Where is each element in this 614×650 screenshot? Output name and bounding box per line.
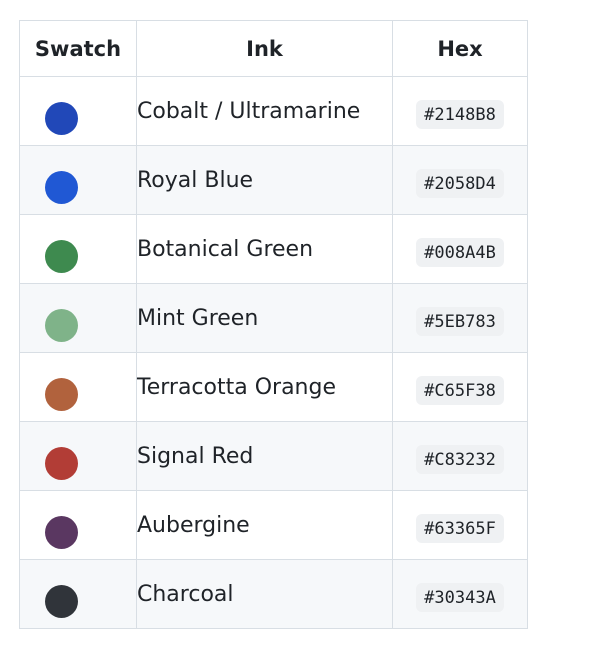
hex-cell: #2148B8	[392, 76, 528, 146]
hex-cell: #C65F38	[392, 352, 528, 422]
header-row: Swatch Ink Hex	[19, 20, 528, 77]
header-ink: Ink	[136, 20, 393, 77]
color-swatch-icon	[45, 170, 78, 204]
swatch-cell	[19, 214, 137, 284]
swatch-cell	[19, 559, 137, 629]
table-row: Royal Blue #2058D4	[19, 145, 528, 215]
hex-code: #2148B8	[416, 99, 504, 129]
hex-cell: #5EB783	[392, 283, 528, 353]
color-swatch-icon	[45, 308, 78, 342]
hex-cell: #63365F	[392, 490, 528, 560]
swatch-cell	[19, 283, 137, 353]
table-row: Signal Red #C83232	[19, 421, 528, 491]
table-header: Swatch Ink Hex	[19, 20, 528, 77]
color-swatch-icon	[45, 446, 78, 480]
hex-cell: #C83232	[392, 421, 528, 491]
color-swatch-icon	[45, 515, 78, 549]
table-row: Mint Green #5EB783	[19, 283, 528, 353]
ink-name: Mint Green	[136, 283, 393, 353]
ink-name: Charcoal	[136, 559, 393, 629]
ink-name: Signal Red	[136, 421, 393, 491]
table-row: Terracotta Orange #C65F38	[19, 352, 528, 422]
hex-code: #2058D4	[416, 168, 504, 198]
color-swatch-icon	[45, 377, 78, 411]
hex-cell: #30343A	[392, 559, 528, 629]
table-row: Botanical Green #008A4B	[19, 214, 528, 284]
table-body: Cobalt / Ultramarine #2148B8 Royal Blue …	[19, 76, 528, 629]
hex-code: #C65F38	[416, 375, 504, 405]
hex-code: #63365F	[416, 513, 504, 543]
swatch-cell	[19, 421, 137, 491]
ink-name: Cobalt / Ultramarine	[136, 76, 393, 146]
hex-code: #008A4B	[416, 237, 504, 267]
hex-code: #C83232	[416, 444, 504, 474]
hex-cell: #008A4B	[392, 214, 528, 284]
color-swatch-icon	[45, 101, 78, 135]
swatch-cell	[19, 490, 137, 560]
ink-name: Royal Blue	[136, 145, 393, 215]
header-swatch: Swatch	[19, 20, 137, 77]
hex-cell: #2058D4	[392, 145, 528, 215]
swatch-cell	[19, 76, 137, 146]
table-row: Charcoal #30343A	[19, 559, 528, 629]
table-row: Aubergine #63365F	[19, 490, 528, 560]
hex-code: #5EB783	[416, 306, 504, 336]
header-hex: Hex	[392, 20, 528, 77]
swatch-cell	[19, 145, 137, 215]
ink-table: Swatch Ink Hex Cobalt / Ultramarine #214…	[19, 20, 528, 629]
swatch-cell	[19, 352, 137, 422]
hex-code: #30343A	[416, 582, 504, 612]
ink-name: Terracotta Orange	[136, 352, 393, 422]
table-row: Cobalt / Ultramarine #2148B8	[19, 76, 528, 146]
color-swatch-icon	[45, 584, 78, 618]
color-swatch-icon	[45, 239, 78, 273]
ink-name: Botanical Green	[136, 214, 393, 284]
ink-name: Aubergine	[136, 490, 393, 560]
